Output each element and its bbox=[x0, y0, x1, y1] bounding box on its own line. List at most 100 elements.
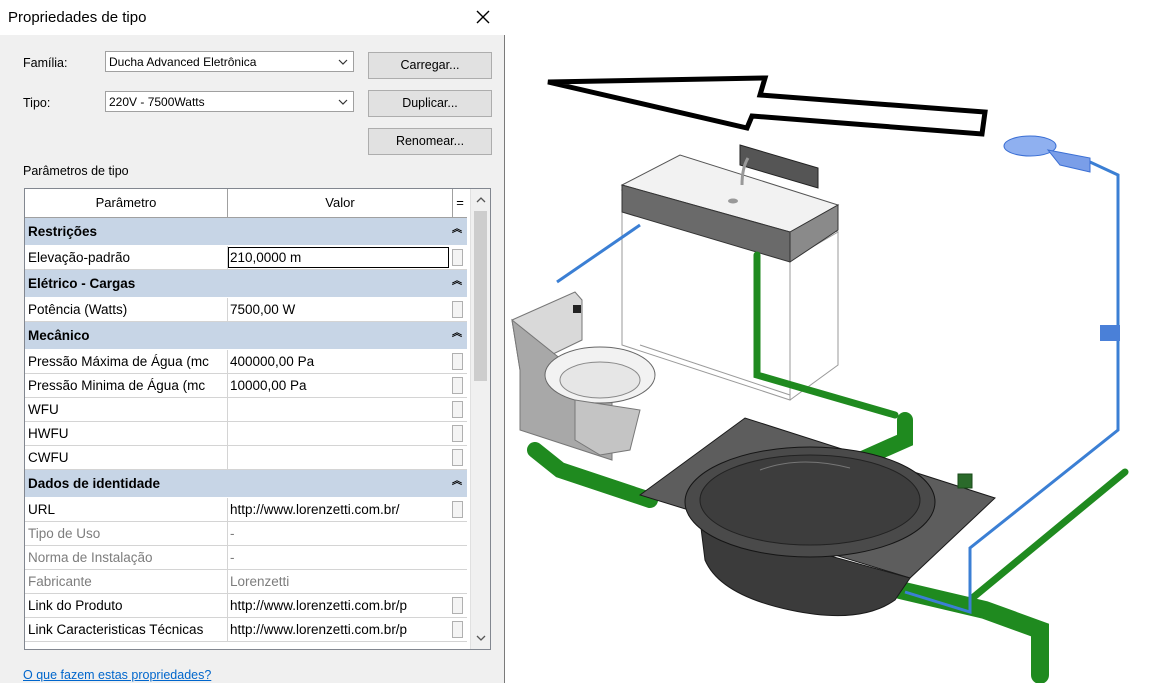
toilet bbox=[511, 291, 656, 461]
group-header-dados-identidade[interactable]: Dados de identidade ︽ bbox=[25, 470, 467, 498]
associate-parameter-button[interactable] bbox=[452, 501, 463, 518]
column-header-value[interactable]: Valor bbox=[228, 189, 453, 217]
table-row[interactable]: Link Caracteristicas Técnicas http://www… bbox=[25, 618, 467, 642]
help-link[interactable]: O que fazem estas propriedades? bbox=[23, 668, 211, 682]
grid-header: Parâmetro Valor = bbox=[25, 189, 467, 218]
table-row[interactable]: URL http://www.lorenzetti.com.br/ bbox=[25, 498, 467, 522]
column-divider bbox=[227, 570, 228, 594]
rename-button[interactable]: Renomear... bbox=[368, 128, 492, 155]
bathtub bbox=[638, 417, 996, 617]
param-name: Potência (Watts) bbox=[28, 302, 128, 317]
type-properties-dialog: Propriedades de tipo Família: Ducha Adva… bbox=[0, 0, 505, 683]
type-select-value: 220V - 7500Watts bbox=[109, 95, 205, 109]
grid-scrollbar[interactable] bbox=[470, 189, 490, 649]
associate-parameter-button[interactable] bbox=[452, 353, 463, 370]
table-row[interactable]: Tipo de Uso - bbox=[25, 522, 467, 546]
associate-parameter-button[interactable] bbox=[452, 377, 463, 394]
group-title: Restrições bbox=[28, 224, 98, 239]
type-parameters-grid: Parâmetro Valor = Restrições ︽ Elevação-… bbox=[24, 188, 491, 650]
close-icon[interactable] bbox=[473, 7, 493, 27]
column-divider bbox=[227, 398, 228, 422]
collapse-caret-icon[interactable]: ︽ bbox=[452, 324, 462, 339]
param-name: Pressão Minima de Água (mc bbox=[28, 378, 206, 393]
load-button[interactable]: Carregar... bbox=[368, 52, 492, 79]
column-divider bbox=[227, 522, 228, 546]
param-value: - bbox=[230, 550, 235, 565]
table-row[interactable]: Pressão Máxima de Água (mc 400000,00 Pa bbox=[25, 350, 467, 374]
collapse-caret-icon[interactable]: ︽ bbox=[452, 220, 462, 235]
associate-parameter-button[interactable] bbox=[452, 449, 463, 466]
column-divider bbox=[227, 422, 228, 446]
param-name: Elevação-padrão bbox=[28, 250, 131, 265]
param-value[interactable]: http://www.lorenzetti.com.br/ bbox=[230, 502, 448, 517]
param-name: Fabricante bbox=[28, 574, 92, 589]
group-header-mecanico[interactable]: Mecânico ︽ bbox=[25, 322, 467, 350]
param-value[interactable]: 10000,00 Pa bbox=[230, 378, 448, 393]
3d-viewport[interactable] bbox=[506, 0, 1150, 683]
table-row[interactable]: WFU bbox=[25, 398, 467, 422]
collapse-caret-icon[interactable]: ︽ bbox=[452, 272, 462, 287]
param-value[interactable]: 7500,00 W bbox=[230, 302, 448, 317]
param-name: CWFU bbox=[28, 450, 69, 465]
family-label: Família: bbox=[23, 56, 68, 70]
type-select[interactable]: 220V - 7500Watts bbox=[105, 91, 354, 112]
param-value: Lorenzetti bbox=[230, 574, 290, 589]
param-name: Norma de Instalação bbox=[28, 550, 153, 565]
scroll-up-icon[interactable] bbox=[475, 195, 487, 205]
param-name: WFU bbox=[28, 402, 59, 417]
associate-parameter-button[interactable] bbox=[452, 597, 463, 614]
column-divider bbox=[227, 374, 228, 398]
chevron-down-icon bbox=[338, 99, 348, 105]
dialog-title: Propriedades de tipo bbox=[8, 9, 147, 26]
table-row[interactable]: Link do Produto http://www.lorenzetti.co… bbox=[25, 594, 467, 618]
column-divider bbox=[227, 546, 228, 570]
param-value[interactable]: http://www.lorenzetti.com.br/p bbox=[230, 622, 448, 637]
family-select-value: Ducha Advanced Eletrônica bbox=[109, 55, 257, 69]
table-row[interactable]: Potência (Watts) 7500,00 W bbox=[25, 298, 467, 322]
sink-top bbox=[620, 144, 840, 263]
grid-rows: Restrições ︽ Elevação-padrão 210,0000 m … bbox=[25, 218, 467, 642]
column-divider bbox=[227, 618, 228, 642]
column-divider bbox=[227, 298, 228, 322]
scroll-down-icon[interactable] bbox=[475, 633, 487, 643]
table-row[interactable]: Pressão Minima de Água (mc 10000,00 Pa bbox=[25, 374, 467, 398]
column-header-parameter[interactable]: Parâmetro bbox=[25, 189, 228, 217]
table-row[interactable]: Elevação-padrão 210,0000 m bbox=[25, 246, 467, 270]
table-row[interactable]: Norma de Instalação - bbox=[25, 546, 467, 570]
column-divider bbox=[227, 446, 228, 470]
associate-parameter-button[interactable] bbox=[452, 425, 463, 442]
table-row[interactable]: Fabricante Lorenzetti bbox=[25, 570, 467, 594]
group-header-restricoes[interactable]: Restrições ︽ bbox=[25, 218, 467, 246]
param-value[interactable]: http://www.lorenzetti.com.br/p bbox=[230, 598, 448, 613]
arrow-annotation bbox=[547, 75, 988, 137]
group-title: Dados de identidade bbox=[28, 476, 161, 491]
family-select[interactable]: Ducha Advanced Eletrônica bbox=[105, 51, 354, 72]
param-name: Link Caracteristicas Técnicas bbox=[28, 622, 204, 637]
type-label: Tipo: bbox=[23, 96, 51, 110]
table-row[interactable]: CWFU bbox=[25, 446, 467, 470]
duplicate-button[interactable]: Duplicar... bbox=[368, 90, 492, 117]
param-value: - bbox=[230, 526, 235, 541]
associate-parameter-button[interactable] bbox=[452, 401, 463, 418]
collapse-caret-icon[interactable]: ︽ bbox=[452, 472, 462, 487]
param-name: Tipo de Uso bbox=[28, 526, 101, 541]
scrollbar-thumb[interactable] bbox=[474, 211, 487, 381]
column-divider bbox=[227, 594, 228, 618]
dialog-titlebar: Propriedades de tipo bbox=[0, 0, 505, 35]
param-value[interactable]: 400000,00 Pa bbox=[230, 354, 448, 369]
group-title: Elétrico - Cargas bbox=[28, 276, 136, 291]
group-header-eletrico-cargas[interactable]: Elétrico - Cargas ︽ bbox=[25, 270, 467, 298]
column-header-eq[interactable]: = bbox=[453, 189, 467, 217]
column-divider bbox=[227, 350, 228, 374]
associate-parameter-button[interactable] bbox=[452, 621, 463, 638]
table-row[interactable]: HWFU bbox=[25, 422, 467, 446]
column-divider bbox=[227, 498, 228, 522]
param-value[interactable]: 210,0000 m bbox=[230, 250, 448, 265]
param-name: URL bbox=[28, 502, 56, 517]
group-title: Mecânico bbox=[28, 328, 90, 343]
associate-parameter-button[interactable] bbox=[452, 301, 463, 318]
param-name: Pressão Máxima de Água (mc bbox=[28, 354, 209, 369]
chevron-down-icon bbox=[338, 59, 348, 65]
param-name: HWFU bbox=[28, 426, 69, 441]
associate-parameter-button[interactable] bbox=[452, 249, 463, 266]
